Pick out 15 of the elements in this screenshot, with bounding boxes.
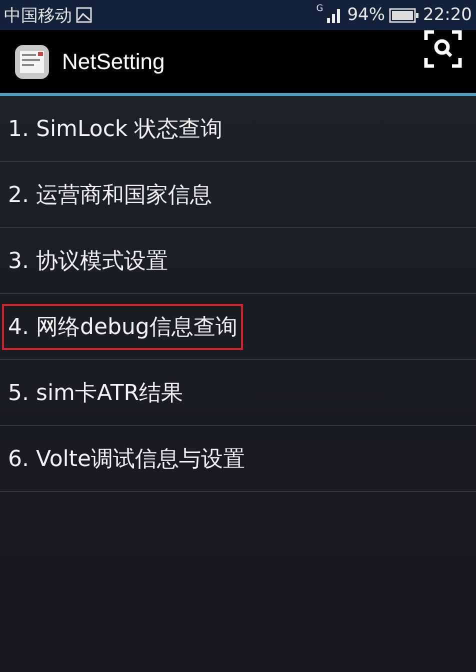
battery-icon: [389, 8, 419, 22]
network-type: G: [316, 4, 324, 14]
image-icon: [76, 7, 92, 23]
menu-item[interactable]: 1. SimLock 状态查询: [2, 106, 229, 152]
app-title: NetSetting: [62, 48, 165, 74]
menu-item[interactable]: 5. sim卡ATR结果: [2, 370, 190, 416]
carrier-name: 中国移动: [4, 4, 72, 26]
menu-item[interactable]: 4. 网络debug信息查询: [2, 304, 244, 350]
clock: 22:20: [423, 5, 472, 25]
menu-item[interactable]: 6. Volte调试信息与设置: [2, 436, 252, 482]
battery-percent: 94%: [347, 5, 385, 25]
menu-item[interactable]: 3. 协议模式设置: [2, 238, 174, 284]
scan-search-icon[interactable]: [424, 30, 462, 68]
menu-item[interactable]: 2. 运营商和国家信息: [2, 172, 218, 218]
app-icon: [14, 44, 50, 80]
